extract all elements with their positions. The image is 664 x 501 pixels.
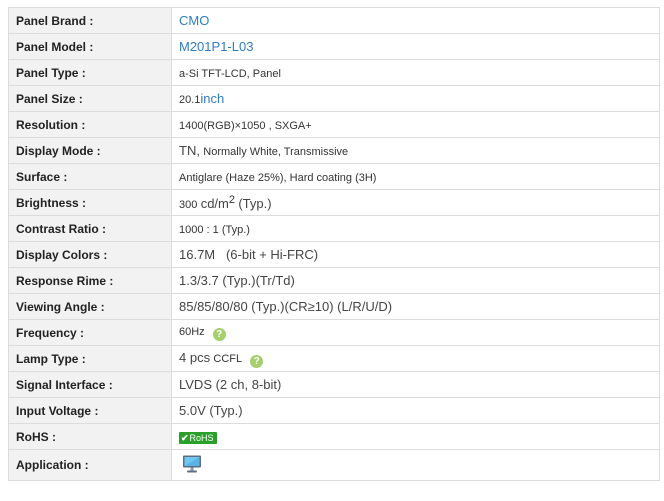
- spec-label: Signal Interface :: [8, 371, 172, 398]
- table-row: Panel Brand : CMO: [8, 7, 660, 34]
- spec-value: LVDS (2 ch, 8-bit): [171, 371, 660, 398]
- spec-value: M201P1-L03: [171, 33, 660, 60]
- rohs-badge: ✔RoHS: [179, 431, 217, 444]
- spec-table: Panel Brand : CMO Panel Model : M201P1-L…: [8, 7, 660, 481]
- spec-label: Frequency :: [8, 319, 172, 346]
- brightness-unit: cd/m: [200, 196, 229, 211]
- table-row: Signal Interface : LVDS (2 ch, 8-bit): [8, 371, 660, 398]
- brightness-value: 300: [179, 199, 198, 211]
- lamp-type-value: 4 pcs: [179, 349, 211, 365]
- spec-label: Response Rime :: [8, 267, 172, 294]
- table-row: Panel Model : M201P1-L03: [8, 33, 660, 60]
- viewing-angle-value: 85/85/80/80 (Typ.)(CR≥10) (L/R/U/D): [179, 299, 393, 314]
- table-row: Surface : Antiglare (Haze 25%), Hard coa…: [8, 163, 660, 190]
- spec-label: Input Voltage :: [8, 397, 172, 424]
- rohs-badge-label: RoHS: [189, 432, 214, 443]
- table-row: Input Voltage : 5.0V (Typ.): [8, 397, 660, 424]
- spec-value: 300 cd/m2 (Typ.): [171, 189, 660, 216]
- table-row: Viewing Angle : 85/85/80/80 (Typ.)(CR≥10…: [8, 293, 660, 320]
- table-row: Frequency : 60Hz?: [8, 319, 660, 346]
- spec-value: ✔RoHS: [171, 423, 660, 450]
- spec-label: Panel Brand :: [8, 7, 172, 34]
- spec-value: 85/85/80/80 (Typ.)(CR≥10) (L/R/U/D): [171, 293, 660, 320]
- spec-value: CMO: [171, 7, 660, 34]
- table-row: Panel Size : 20.1inch: [8, 85, 660, 112]
- spec-value: 60Hz?: [171, 319, 660, 346]
- table-row: Resolution : 1400(RGB)×1050 , SXGA+: [8, 111, 660, 138]
- display-mode-value: TN,: [179, 143, 200, 158]
- spec-label: RoHS :: [8, 423, 172, 450]
- response-time-value: 1.3/3.7 (Typ.)(Tr/Td): [179, 273, 295, 288]
- table-row: Application :: [8, 449, 660, 481]
- spec-value: 1000 : 1 (Typ.): [171, 215, 660, 242]
- spec-label: Application :: [8, 449, 172, 481]
- spec-label: Display Colors :: [8, 241, 172, 268]
- spec-label: Surface :: [8, 163, 172, 190]
- table-row: Contrast Ratio : 1000 : 1 (Typ.): [8, 215, 660, 242]
- spec-label: Panel Type :: [8, 59, 172, 86]
- question-mark-icon[interactable]: ?: [250, 354, 264, 368]
- table-row: Lamp Type : 4 pcs CCFL?: [8, 345, 660, 372]
- monitor-icon[interactable]: [182, 454, 202, 477]
- panel-type-value: a-Si TFT-LCD, Panel: [179, 67, 281, 80]
- panel-size-value: 20.1: [179, 94, 201, 106]
- panel-brand-link[interactable]: CMO: [179, 13, 209, 28]
- spec-label: Panel Model :: [8, 33, 172, 60]
- spec-value: 4 pcs CCFL?: [171, 345, 660, 372]
- panel-model-link[interactable]: M201P1-L03: [179, 39, 253, 54]
- table-row: Brightness : 300 cd/m2 (Typ.): [8, 189, 660, 216]
- spec-value: 20.1inch: [171, 85, 660, 112]
- spec-value: 1.3/3.7 (Typ.)(Tr/Td): [171, 267, 660, 294]
- brightness-extra: (Typ.): [238, 196, 272, 211]
- spec-label: Lamp Type :: [8, 345, 172, 372]
- table-row: Display Colors : 16.7M (6-bit + Hi-FRC): [8, 241, 660, 268]
- spec-label: Brightness :: [8, 189, 172, 216]
- spec-value: 1400(RGB)×1050 , SXGA+: [171, 111, 660, 138]
- spec-value: TN, Normally White, Transmissive: [171, 137, 660, 164]
- contrast-ratio-value: 1000 : 1 (Typ.): [179, 223, 250, 236]
- display-colors-value: 16.7M (6-bit + Hi-FRC): [179, 247, 319, 262]
- spec-value: 5.0V (Typ.): [171, 397, 660, 424]
- table-row: Panel Type : a-Si TFT-LCD, Panel: [8, 59, 660, 86]
- lamp-type-extra: CCFL: [213, 352, 243, 365]
- spec-value: Antiglare (Haze 25%), Hard coating (3H): [171, 163, 660, 190]
- table-row: Display Mode : TN, Normally White, Trans…: [8, 137, 660, 164]
- question-mark-icon[interactable]: ?: [212, 328, 226, 341]
- check-icon: ✔: [181, 432, 189, 443]
- signal-interface-value: LVDS (2 ch, 8-bit): [179, 377, 282, 392]
- spec-label: Viewing Angle :: [8, 293, 172, 320]
- spec-value: a-Si TFT-LCD, Panel: [171, 59, 660, 86]
- inch-unit-link[interactable]: inch: [200, 91, 224, 106]
- frequency-value: 60Hz: [179, 326, 205, 338]
- input-voltage-value: 5.0V (Typ.): [179, 403, 243, 418]
- surface-value: Antiglare (Haze 25%), Hard coating (3H): [179, 171, 377, 184]
- table-row: Response Rime : 1.3/3.7 (Typ.)(Tr/Td): [8, 267, 660, 294]
- spec-label: Display Mode :: [8, 137, 172, 164]
- spec-label: Resolution :: [8, 111, 172, 138]
- spec-label: Panel Size :: [8, 85, 172, 112]
- spec-value: [171, 449, 660, 481]
- table-row: RoHS : ✔RoHS: [8, 423, 660, 450]
- display-mode-extra: Normally White, Transmissive: [203, 146, 349, 158]
- brightness-unit-sup: 2: [228, 194, 235, 206]
- spec-value: 16.7M (6-bit + Hi-FRC): [171, 241, 660, 268]
- resolution-value: 1400(RGB)×1050 , SXGA+: [179, 119, 312, 132]
- spec-label: Contrast Ratio :: [8, 215, 172, 242]
